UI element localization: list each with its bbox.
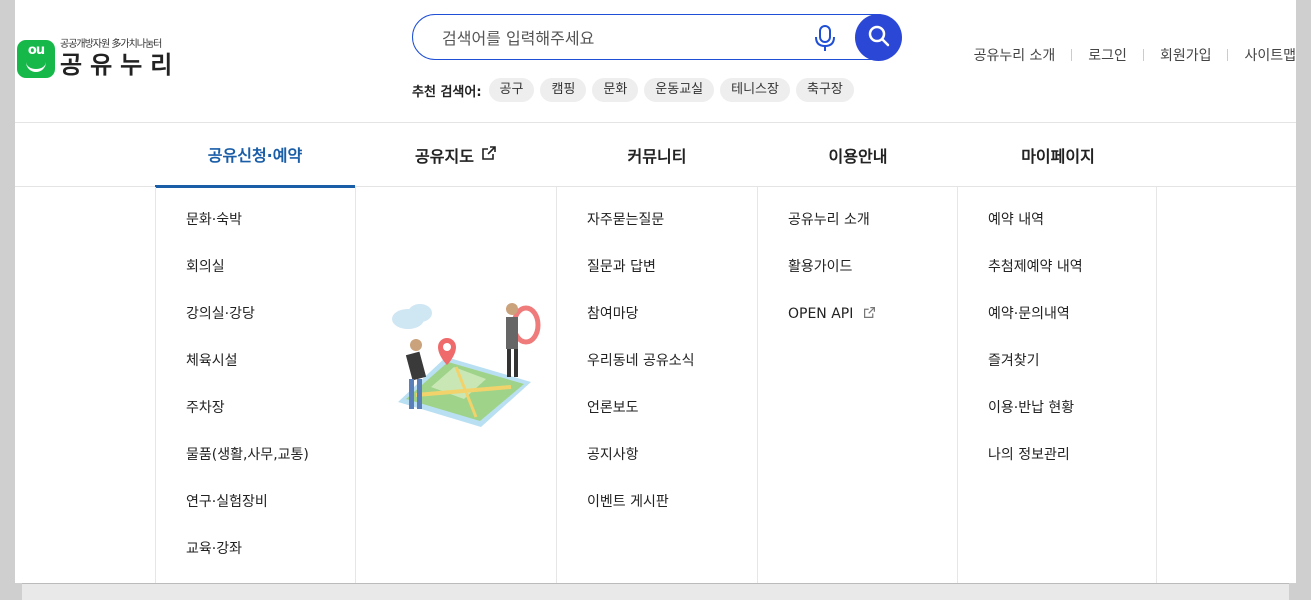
menu-item[interactable]: 체육시설 bbox=[186, 350, 355, 397]
nav-community[interactable]: 커뮤니티 bbox=[557, 123, 757, 187]
menu-item[interactable]: 나의 정보관리 bbox=[988, 444, 1156, 491]
menu-column-community: 자주묻는질문 질문과 답변 참여마당 우리동네 공유소식 언론보도 공지사항 이… bbox=[556, 187, 756, 583]
search-box bbox=[412, 14, 900, 60]
menu-item[interactable]: 이용·반납 현황 bbox=[988, 397, 1156, 444]
menu-item[interactable]: 공유누리 소개 bbox=[788, 209, 957, 256]
mega-menu: 문화·숙박 회의실 강의실·강당 체육시설 주차장 물품(생활,사무,교통) 연… bbox=[155, 187, 1157, 583]
menu-column-mypage: 예약 내역 추첨제예약 내역 예약·문의내역 즐겨찾기 이용·반납 현황 나의 … bbox=[957, 187, 1157, 583]
logo-smile bbox=[26, 59, 46, 72]
external-link-icon bbox=[481, 145, 497, 165]
map-illustration bbox=[376, 287, 541, 441]
logo-text: 공공개방자원 多가치나눔터 공유누리 bbox=[60, 39, 180, 79]
logo[interactable]: ou 공공개방자원 多가치나눔터 공유누리 bbox=[17, 39, 180, 79]
logo-icon: ou bbox=[17, 40, 55, 78]
nav-mypage[interactable]: 마이페이지 bbox=[958, 123, 1158, 187]
menu-item[interactable]: 회의실 bbox=[186, 256, 355, 303]
menu-item[interactable]: 교육·강좌 bbox=[186, 538, 355, 583]
mic-icon[interactable] bbox=[813, 24, 837, 52]
divider bbox=[1227, 49, 1229, 61]
menu-item[interactable]: 언론보도 bbox=[587, 397, 756, 444]
keyword-tag[interactable]: 축구장 bbox=[795, 78, 854, 102]
nav-reserve[interactable]: 공유신청·예약 bbox=[155, 123, 355, 188]
logo-title: 공유누리 bbox=[60, 51, 181, 79]
menu-column-reserve: 문화·숙박 회의실 강의실·강당 체육시설 주차장 물품(생활,사무,교통) 연… bbox=[155, 187, 355, 583]
utility-links: 공유누리 소개 로그인 회원가입 사이트맵 bbox=[974, 45, 1296, 65]
menu-item-label: OPEN API bbox=[788, 306, 854, 322]
divider bbox=[1071, 49, 1073, 61]
underlying-content bbox=[22, 583, 1289, 600]
menu-item[interactable]: 추첨제예약 내역 bbox=[988, 256, 1156, 303]
search-input[interactable] bbox=[440, 25, 804, 51]
search-icon bbox=[868, 25, 890, 51]
nav-map-label: 공유지도 bbox=[415, 147, 474, 166]
keyword-tag[interactable]: 테니스장 bbox=[720, 78, 790, 102]
recommend-label: 추천 검색어: bbox=[412, 84, 482, 100]
menu-item[interactable]: 연구·실험장비 bbox=[186, 491, 355, 538]
menu-item[interactable]: 이벤트 게시판 bbox=[587, 491, 756, 538]
menu-item-open-api[interactable]: OPEN API bbox=[788, 303, 957, 350]
menu-item[interactable]: 예약·문의내역 bbox=[988, 303, 1156, 350]
recommended-keywords: 추천 검색어: 공구 캠핑 문화 운동교실 테니스장 축구장 bbox=[412, 78, 860, 102]
menu-item[interactable]: 즐겨찾기 bbox=[988, 350, 1156, 397]
keyword-tag[interactable]: 공구 bbox=[488, 78, 535, 102]
search-button[interactable] bbox=[855, 14, 902, 61]
menu-item[interactable]: 우리동네 공유소식 bbox=[587, 350, 756, 397]
sitemap-link[interactable]: 사이트맵 bbox=[1244, 45, 1296, 65]
menu-column-map bbox=[355, 187, 555, 583]
signup-link[interactable]: 회원가입 bbox=[1160, 45, 1212, 65]
menu-item[interactable]: 공지사항 bbox=[587, 444, 756, 491]
keyword-tag[interactable]: 문화 bbox=[592, 78, 639, 102]
menu-item[interactable]: 질문과 답변 bbox=[587, 256, 756, 303]
nav-guide-label: 이용안내 bbox=[828, 147, 888, 166]
divider bbox=[1142, 49, 1144, 61]
about-link[interactable]: 공유누리 소개 bbox=[974, 45, 1056, 65]
logo-badge-text: ou bbox=[27, 43, 45, 58]
external-link-icon bbox=[863, 304, 876, 326]
menu-item[interactable]: 문화·숙박 bbox=[186, 209, 355, 256]
header: ou 공공개방자원 多가치나눔터 공유누리 검색어를 입력해주세요 추천 검색어… bbox=[15, 0, 1296, 122]
menu-item[interactable]: 예약 내역 bbox=[988, 209, 1156, 256]
underlying-page-strip bbox=[0, 583, 1311, 600]
menu-item[interactable]: 자주묻는질문 bbox=[587, 209, 756, 256]
logo-subtitle: 공공개방자원 多가치나눔터 bbox=[60, 39, 162, 50]
keyword-tag[interactable]: 운동교실 bbox=[644, 78, 715, 102]
menu-item[interactable]: 물품(생활,사무,교통) bbox=[186, 444, 355, 491]
menu-item[interactable]: 강의실·강당 bbox=[186, 303, 355, 350]
nav-reserve-label: 공유신청·예약 bbox=[207, 146, 303, 165]
menu-item[interactable]: 참여마당 bbox=[587, 303, 756, 350]
page: ou 공공개방자원 多가치나눔터 공유누리 검색어를 입력해주세요 추천 검색어… bbox=[15, 0, 1296, 583]
menu-item[interactable]: 활용가이드 bbox=[788, 256, 957, 303]
menu-column-guide: 공유누리 소개 활용가이드 OPEN API bbox=[757, 187, 957, 583]
nav-mypage-label: 마이페이지 bbox=[1021, 147, 1095, 166]
main-navigation: 공유신청·예약 공유지도 커뮤니티 이용안내 마이페이지 bbox=[15, 122, 1296, 188]
nav-map[interactable]: 공유지도 bbox=[356, 123, 556, 187]
login-link[interactable]: 로그인 bbox=[1088, 45, 1127, 65]
menu-item[interactable]: 주차장 bbox=[186, 397, 355, 444]
nav-guide[interactable]: 이용안내 bbox=[758, 123, 958, 187]
keyword-tag[interactable]: 캠핑 bbox=[540, 78, 587, 102]
nav-community-label: 커뮤니티 bbox=[627, 147, 687, 166]
